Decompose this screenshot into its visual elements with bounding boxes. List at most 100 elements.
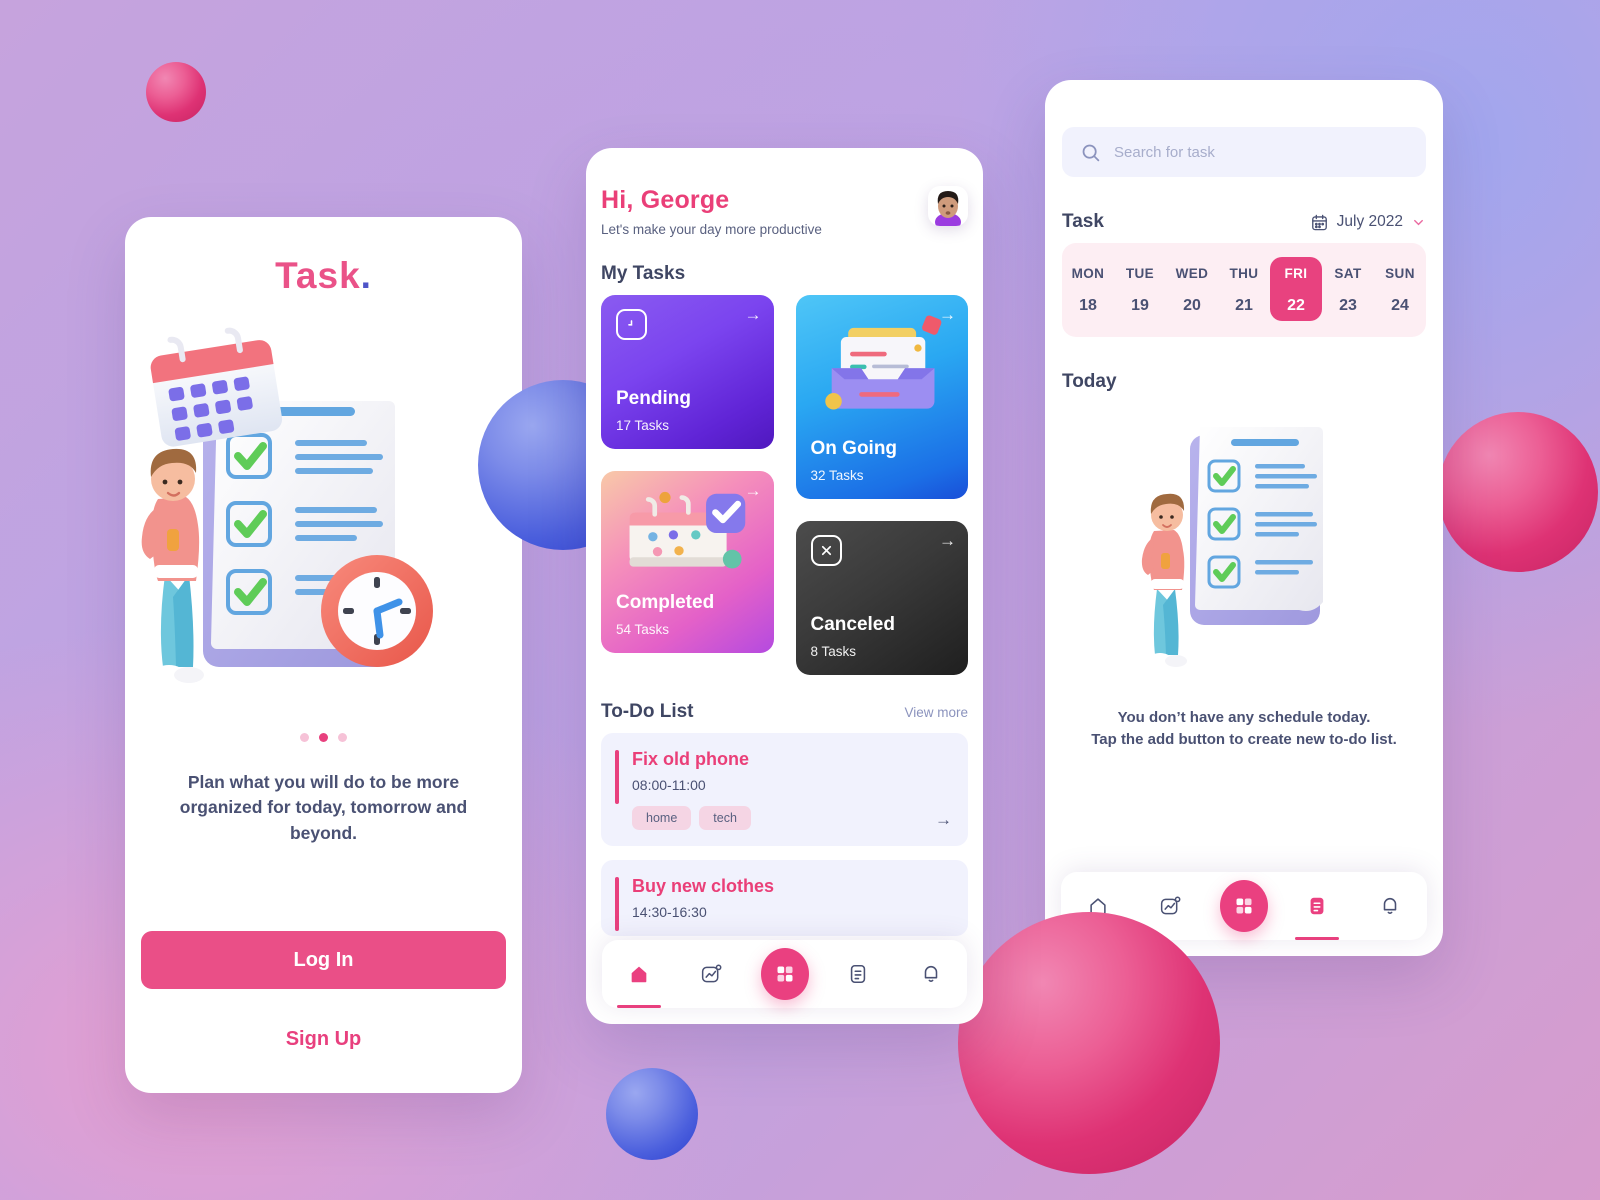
task-card-count: 54 Tasks: [616, 622, 670, 637]
inbox-icon: [824, 315, 941, 410]
pagination-dot-2[interactable]: [319, 733, 328, 742]
day-name: WED: [1175, 266, 1209, 281]
empty-state-illustration: [1045, 397, 1443, 697]
view-more-link[interactable]: View more: [904, 705, 968, 720]
document-icon: [850, 964, 865, 984]
pagination-dot-3[interactable]: [338, 733, 347, 742]
nav-item-add[interactable]: [1219, 872, 1268, 940]
my-tasks-title: My Tasks: [601, 263, 686, 284]
chevron-down-icon: [1414, 219, 1423, 225]
arrow-right-icon: →: [935, 810, 952, 829]
day-cell-tue[interactable]: TUE 19: [1114, 257, 1166, 321]
search-icon: [1082, 144, 1100, 161]
app-logo-text: Task: [275, 255, 361, 296]
calendar-icon: [1311, 214, 1327, 230]
task-card-canceled[interactable]: → Canceled 8 Tasks: [795, 521, 968, 675]
search-input[interactable]: [1114, 143, 1408, 161]
app-logo: Task.: [125, 255, 522, 297]
login-button[interactable]: Log In: [141, 931, 506, 989]
day-cell-wed[interactable]: WED 20: [1166, 257, 1218, 321]
onboarding-screen: Task. Plan what you will do to be more o…: [125, 217, 522, 1093]
nav-item-home[interactable]: [615, 940, 663, 1008]
day-name: SUN: [1385, 266, 1415, 281]
empty-state-line-2: Tap the add button to create new to-do l…: [1091, 730, 1397, 748]
arrow-right-icon: →: [939, 531, 956, 550]
greeting-subtitle: Let's make your day more productive: [601, 222, 822, 237]
day-cell-sat[interactable]: SAT 23: [1322, 257, 1374, 321]
day-name: TUE: [1125, 266, 1155, 281]
task-card-count: 8 Tasks: [810, 644, 857, 659]
day-name: SAT: [1334, 266, 1362, 281]
greeting-header: Hi, George Let's make your day more prod…: [586, 148, 983, 237]
task-card-pending[interactable]: → Pending 17 Tasks: [601, 295, 774, 449]
empty-state-message: You don’t have any schedule today. Tap t…: [1067, 707, 1421, 751]
home-screen: Hi, George Let's make your day more prod…: [586, 148, 983, 1024]
close-icon: [810, 535, 842, 566]
nav-item-stats[interactable]: [688, 940, 736, 1008]
day-name: THU: [1229, 266, 1259, 281]
day-cell-thu[interactable]: THU 21: [1218, 257, 1270, 321]
task-title: Task: [1062, 211, 1104, 232]
month-label: July 2022: [1336, 213, 1403, 230]
task-cards-grid: → Pending 17 Tasks → Completed 54 Tasks …: [601, 295, 968, 675]
todo-list-header: To-Do List View more: [601, 701, 968, 723]
onboarding-illustration: [125, 307, 522, 727]
todo-item[interactable]: Fix old phone 08:00-11:00 home tech →: [601, 733, 968, 846]
add-task-fab[interactable]: [1219, 880, 1268, 932]
schedule-screen: Task July 2022 MON 18 TUE 19: [1045, 80, 1443, 956]
empty-state-line-1: You don’t have any schedule today.: [1117, 709, 1371, 726]
nav-item-notifications[interactable]: [907, 940, 955, 1008]
avatar[interactable]: [928, 186, 968, 226]
app-logo-dot: .: [360, 255, 372, 296]
search-bar[interactable]: [1062, 127, 1426, 177]
nav-item-list[interactable]: [1293, 872, 1341, 940]
task-card-count: 32 Tasks: [810, 468, 864, 483]
checklist-illustration-svg: [141, 327, 433, 683]
greeting-title: Hi, George: [601, 186, 730, 214]
task-card-completed[interactable]: → Completed 54 Tasks: [601, 471, 774, 653]
day-number: 20: [1183, 297, 1201, 314]
day-cell-sun[interactable]: SUN 24: [1374, 257, 1426, 321]
day-number: 18: [1079, 297, 1097, 314]
todo-item-title: Buy new clothes: [632, 876, 775, 896]
bell-icon: [924, 965, 937, 982]
grid-icon: [777, 966, 792, 982]
nav-item-notifications[interactable]: [1366, 872, 1414, 940]
task-card-count: 17 Tasks: [616, 418, 670, 433]
day-name: FRI: [1284, 266, 1308, 281]
onboarding-tagline: Plan what you will do to be more organiz…: [179, 772, 468, 843]
chart-icon: [701, 964, 722, 982]
grid-icon: [1236, 898, 1252, 914]
task-card-ongoing[interactable]: → On Going 32 Tasks: [795, 295, 968, 499]
pagination-dots[interactable]: [125, 733, 522, 742]
calendar-check-icon: [629, 491, 746, 569]
bottom-navigation: [602, 940, 967, 1008]
task-card-label: Pending: [616, 388, 691, 409]
signup-button[interactable]: Sign Up: [125, 1028, 522, 1051]
avatar-icon: [935, 191, 961, 226]
design-canvas: Task. Plan what you will do to be more o…: [0, 0, 1600, 1200]
pagination-dot-1[interactable]: [300, 733, 309, 742]
month-selector[interactable]: July 2022: [1310, 213, 1426, 232]
day-cell-fri-selected[interactable]: FRI 22: [1270, 257, 1322, 321]
week-strip: MON 18 TUE 19 WED 20 THU 21 FRI 22 SAT 2…: [1062, 243, 1426, 337]
todo-tag: tech: [699, 806, 751, 830]
decorative-sphere-blue-small: [606, 1068, 698, 1160]
decorative-sphere-pink-large: [958, 912, 1220, 1174]
clock-icon: [616, 309, 647, 340]
nav-item-add[interactable]: [760, 940, 809, 1008]
nav-item-list[interactable]: [834, 940, 882, 1008]
add-task-fab[interactable]: [760, 948, 809, 1000]
decorative-sphere-pink-right: [1438, 412, 1598, 572]
day-number: 24: [1391, 297, 1409, 314]
arrow-right-icon: →: [744, 305, 762, 324]
todo-item[interactable]: Buy new clothes 14:30-16:30: [601, 860, 968, 936]
day-number: 22: [1287, 297, 1305, 314]
day-cell-mon[interactable]: MON 18: [1062, 257, 1114, 321]
todo-list-title: To-Do List: [601, 701, 694, 722]
today-title: Today: [1062, 371, 1117, 392]
day-number: 21: [1235, 297, 1253, 314]
todo-item-time: 08:00-11:00: [632, 777, 706, 793]
todo-tag: home: [632, 806, 692, 830]
task-card-label: Canceled: [810, 614, 895, 635]
